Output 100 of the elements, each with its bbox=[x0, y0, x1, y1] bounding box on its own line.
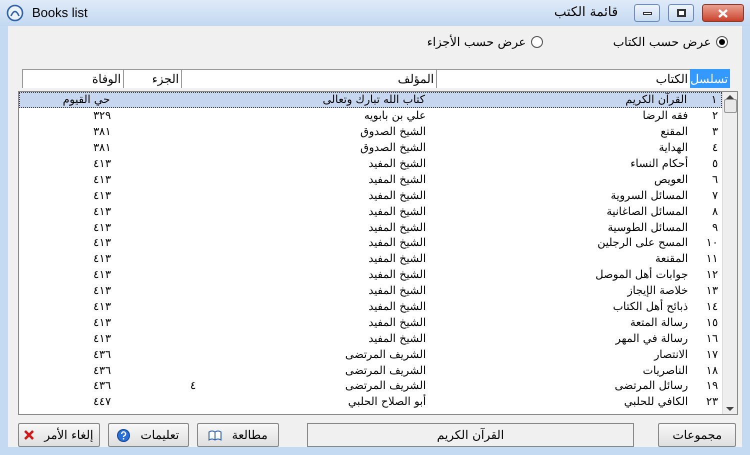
table-cell: المقنعة bbox=[655, 252, 688, 266]
table-cell: الشيخ المفيد bbox=[368, 157, 426, 170]
table-cell: ٤١٣ bbox=[93, 316, 111, 329]
table-cell: الشيخ المفيد bbox=[368, 204, 426, 218]
table-cell: ٥ bbox=[712, 157, 718, 170]
table-cell: رسالة المتعة bbox=[630, 316, 688, 329]
table-cell: ٤١٣ bbox=[93, 300, 111, 314]
table-cell: الشيخ المفيد bbox=[368, 316, 426, 329]
radio-button[interactable] bbox=[530, 36, 543, 48]
column-tab[interactable]: الكتاب bbox=[436, 69, 690, 88]
close-icon bbox=[24, 430, 34, 440]
table-cell: علي بن بابويه bbox=[364, 109, 426, 122]
table-cell: ٤١٣ bbox=[93, 204, 111, 218]
table-cell: ٤١٣ bbox=[93, 268, 111, 282]
table-cell: الشريف المرتضى bbox=[345, 348, 426, 361]
table-cell: الشيخ المفيد bbox=[368, 188, 426, 202]
table-row[interactable]: ٥ أحكام النساء الشيخ المفيد ٤١٣ bbox=[19, 156, 722, 172]
table-cell: المسائل الطوسية bbox=[608, 220, 688, 234]
table-cell: خلاصة الإيجاز bbox=[627, 284, 688, 298]
table-cell: ٤١٣ bbox=[93, 252, 111, 266]
table-cell: الشيخ المفيد bbox=[368, 220, 426, 234]
table-row[interactable]: ٢٣ الكافي للحلبي أبو الصلاح الحلبي ٤٤٧ bbox=[19, 394, 722, 410]
table-row[interactable]: ٤ الهداية الشيخ الصدوق ٣٨١ bbox=[19, 140, 722, 156]
table-row[interactable]: ١٧ الانتصار الشريف المرتضى ٤٣٦ bbox=[19, 346, 722, 362]
table-row[interactable]: ٣ المقنع الشيخ الصدوق ٣٨١ bbox=[19, 124, 722, 140]
table-row[interactable]: ١٣ خلاصة الإيجاز الشيخ المفيد ٤١٣ bbox=[19, 282, 722, 299]
footer-button[interactable]: مطالعة bbox=[197, 423, 279, 447]
table-row[interactable]: ٨ المسائل الصاغانية الشيخ المفيد ٤١٣ bbox=[19, 203, 722, 220]
footer-button[interactable]: إلغاء الأمر bbox=[18, 423, 100, 447]
table-cell: ٤١٣ bbox=[93, 220, 111, 234]
table-row[interactable]: ٧ المسائل السروية الشيخ المفيد ٤١٣ bbox=[19, 187, 722, 204]
close-button[interactable] bbox=[702, 4, 744, 22]
table-cell: المسائل الصاغانية bbox=[606, 204, 688, 218]
column-tab[interactable]: المؤلف bbox=[181, 69, 436, 88]
table-cell: ١٠ bbox=[706, 236, 718, 250]
column-tab[interactable]: الجزء bbox=[123, 69, 181, 88]
table-cell: ١١ bbox=[706, 252, 718, 266]
window-caption: قائمة الكتب bbox=[554, 4, 618, 22]
table-row[interactable]: ١٤ ذبائح أهل الكتاب الشيخ المفيد ٤١٣ bbox=[19, 298, 722, 314]
table-cell: الكافي للحلبي bbox=[624, 395, 688, 408]
table-cell: رسائل المرتضى bbox=[614, 379, 688, 392]
table-cell: ٢٣ bbox=[706, 395, 718, 408]
table-cell: ٤١٣ bbox=[93, 236, 111, 250]
book-icon bbox=[208, 430, 222, 440]
table-cell: ٣٢٩ bbox=[93, 109, 111, 122]
app-icon bbox=[6, 4, 24, 22]
table-cell: كتاب الله تبارك وتعالى bbox=[322, 93, 425, 106]
table-cell: الشريف المرتضى bbox=[345, 364, 426, 377]
table-row[interactable]: ١٨ الناصريات الشريف المرتضى ٤٣٦ bbox=[19, 362, 722, 378]
table-row[interactable]: ١٠ المسح على الرجلين الشيخ المفيد ٤١٣ bbox=[19, 235, 722, 251]
table-cell: ١٥ bbox=[706, 316, 718, 329]
footer-button[interactable]: تعليمات bbox=[108, 423, 190, 447]
table-row[interactable]: ١٩ رسائل المرتضى الشريف المرتضى ٤ ٤٣٦ bbox=[19, 378, 722, 394]
radio-label[interactable]: عرض حسب الأجزاء bbox=[426, 33, 526, 51]
maximize-button[interactable] bbox=[668, 4, 694, 22]
table-cell: ١٢ bbox=[706, 268, 718, 282]
table-row[interactable]: ١٥ رسالة المتعة الشيخ المفيد ٤١٣ bbox=[19, 314, 722, 330]
table-cell: ٤١٣ bbox=[93, 172, 111, 186]
table-row[interactable]: ١٢ جوابات أهل الموصل الشيخ المفيد ٤١٣ bbox=[19, 266, 722, 283]
table-cell: الشيخ المفيد bbox=[368, 332, 426, 345]
table-cell: الشيخ المفيد bbox=[368, 252, 426, 266]
table-cell: ٤٣٦ bbox=[93, 364, 111, 377]
table-cell: الانتصار bbox=[654, 348, 688, 361]
table-cell: المسائل السروية bbox=[610, 188, 688, 202]
table-row[interactable]: ٢ فقه الرضا علي بن بابويه ٣٢٩ bbox=[19, 108, 722, 124]
table-cell: الشيخ الصدوق bbox=[360, 141, 426, 154]
table-cell: المسح على الرجلين bbox=[597, 236, 688, 250]
table-cell: ١٩ bbox=[706, 379, 718, 392]
table-cell: الشريف المرتضى bbox=[345, 379, 426, 392]
radio-label[interactable]: عرض حسب الكتاب bbox=[612, 33, 711, 51]
table-cell: جوابات أهل الموصل bbox=[595, 268, 688, 282]
current-book-field: القرآن الكريم bbox=[306, 423, 634, 447]
column-tab[interactable]: الوفاة bbox=[22, 69, 123, 88]
table-cell: ١ bbox=[711, 93, 717, 106]
table-row[interactable]: ١٦ رسالة في المهر الشيخ المفيد ٤١٣ bbox=[19, 330, 722, 346]
minimize-button[interactable] bbox=[634, 4, 660, 22]
table-cell: حي القيوم bbox=[62, 93, 110, 106]
table-cell: رسالة في المهر bbox=[616, 332, 688, 345]
table-cell: أبو الصلاح الحلبي bbox=[348, 395, 426, 408]
scrollbar[interactable] bbox=[722, 92, 737, 414]
table-cell: ٤ bbox=[190, 379, 196, 392]
radio-button[interactable] bbox=[716, 36, 728, 48]
help-icon bbox=[117, 428, 130, 442]
table-cell: الشيخ المفيد bbox=[368, 172, 426, 186]
table-cell: ٤١٣ bbox=[93, 284, 111, 298]
table-cell: ٤٤٧ bbox=[93, 395, 111, 408]
table-cell: ٣٨١ bbox=[93, 125, 111, 138]
table-cell: العويص bbox=[654, 172, 688, 186]
table-cell: ١٨ bbox=[706, 364, 718, 377]
groups-button[interactable]: مجموعات bbox=[658, 423, 736, 447]
table-cell: الشيخ الصدوق bbox=[360, 125, 426, 138]
table-cell: ٣ bbox=[712, 125, 718, 138]
table-cell: ٤٣٦ bbox=[93, 379, 111, 392]
table-row[interactable]: ٦ العويص الشيخ المفيد ٤١٣ bbox=[19, 171, 722, 188]
table-row[interactable]: ١١ المقنعة الشيخ المفيد ٤١٣ bbox=[19, 250, 722, 267]
table-row[interactable]: ١ القرآن الكريم كتاب الله تبارك وتعالى حي القيوم bbox=[19, 92, 722, 108]
table-cell: ٩ bbox=[712, 220, 718, 234]
table-cell: ٤١٣ bbox=[93, 332, 111, 345]
table-row[interactable]: ٩ المسائل الطوسية الشيخ المفيد ٤١٣ bbox=[19, 219, 722, 236]
table-cell: ١٤ bbox=[706, 300, 718, 314]
